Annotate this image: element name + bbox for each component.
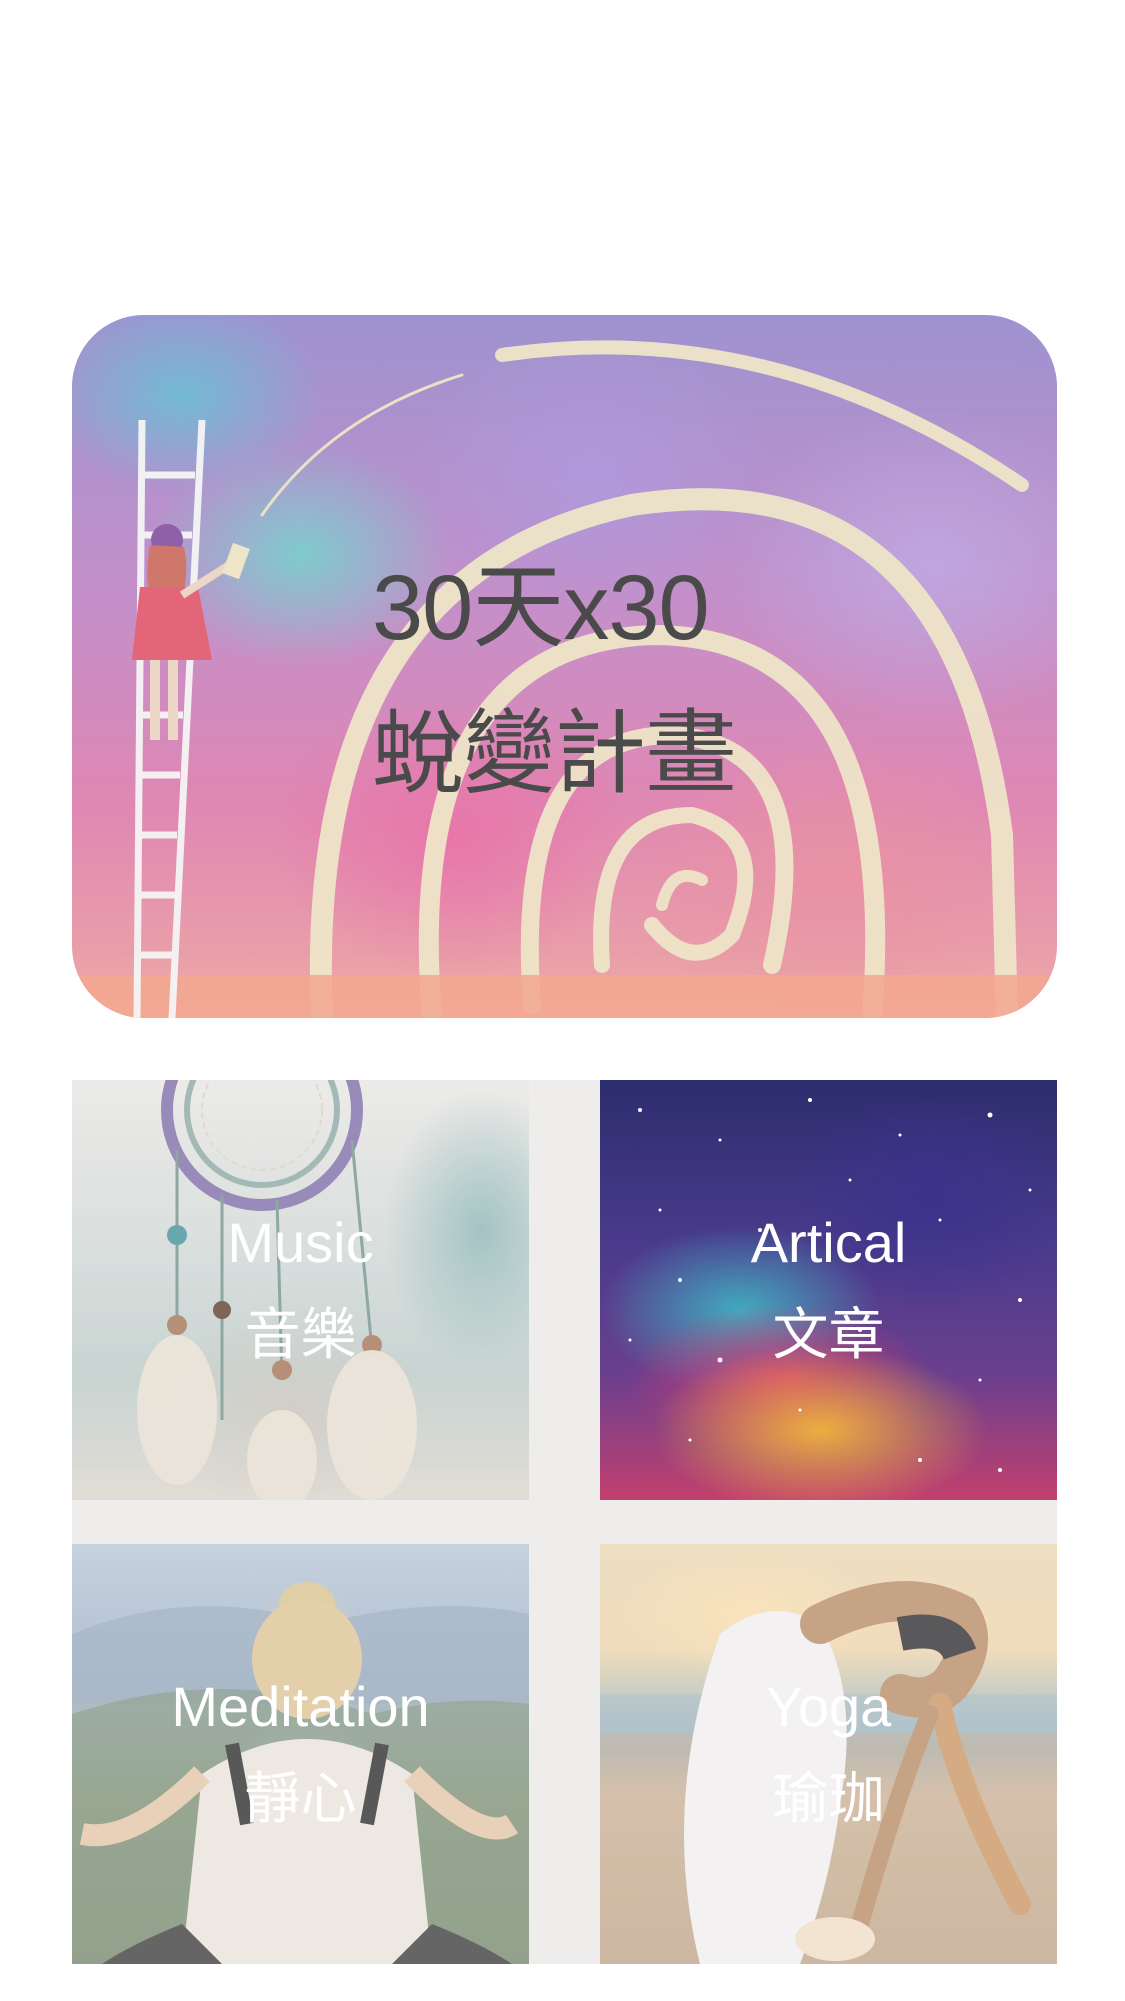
meditation-label: Meditation 靜心 [72, 1661, 529, 1845]
yoga-label: Yoga 瑜珈 [600, 1661, 1057, 1845]
yoga-tile[interactable]: Yoga 瑜珈 [600, 1544, 1057, 1964]
artical-label: Artical 文章 [600, 1197, 1057, 1381]
artical-tile[interactable]: Artical 文章 [600, 1080, 1057, 1500]
music-tile[interactable]: Music 音樂 [72, 1080, 529, 1500]
hero-banner-30-day-transformation[interactable]: 30天x30 蛻變計畫 [72, 315, 1057, 1018]
yoga-title: Yoga [765, 1675, 892, 1738]
artical-title: Artical [750, 1211, 907, 1274]
meditation-subtitle: 靜心 [244, 1767, 357, 1830]
music-title: Music [227, 1211, 374, 1274]
hero-title: 30天x30 蛻變計畫 [372, 535, 832, 827]
music-label: Music 音樂 [72, 1197, 529, 1381]
hero-title-line-1: 30天x30 [372, 557, 710, 659]
home-screen: 30天x30 蛻變計畫 Music 音樂 Artical 文章 Meditati… [0, 0, 1125, 2001]
meditation-tile[interactable]: Meditation 靜心 [72, 1544, 529, 1964]
music-subtitle: 音樂 [244, 1303, 357, 1366]
meditation-title: Meditation [171, 1675, 430, 1738]
artical-subtitle: 文章 [772, 1303, 885, 1366]
hero-title-line-2: 蛻變計畫 [372, 703, 737, 805]
yoga-subtitle: 瑜珈 [772, 1767, 885, 1830]
